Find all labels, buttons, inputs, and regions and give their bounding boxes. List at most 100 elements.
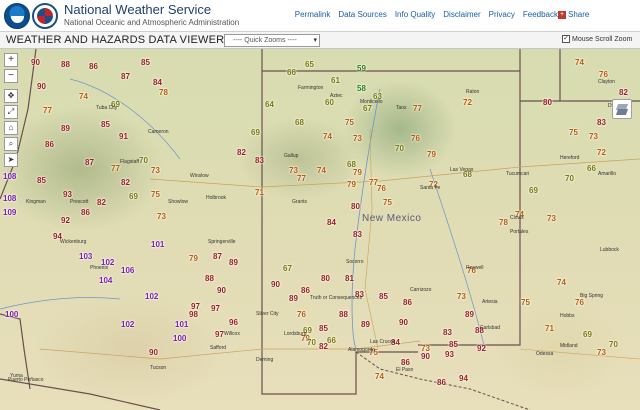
temperature-label[interactable]: 72 bbox=[462, 99, 473, 107]
temperature-label[interactable]: 80 bbox=[350, 203, 361, 211]
temperature-label[interactable]: 86 bbox=[88, 63, 99, 71]
full-extent-icon[interactable]: ⤢ bbox=[4, 105, 18, 119]
temperature-label[interactable]: 104 bbox=[98, 277, 113, 285]
temperature-label[interactable]: 75 bbox=[382, 199, 393, 207]
temperature-label[interactable]: 70 bbox=[306, 339, 317, 347]
zoom-out-icon[interactable]: − bbox=[4, 69, 18, 83]
temperature-label[interactable]: 101 bbox=[150, 241, 165, 249]
temperature-label[interactable]: 75 bbox=[150, 191, 161, 199]
temperature-label[interactable]: 73 bbox=[420, 345, 431, 353]
temperature-label[interactable]: 77 bbox=[368, 179, 379, 187]
temperature-label[interactable]: 83 bbox=[596, 119, 607, 127]
temperature-label[interactable]: 73 bbox=[352, 135, 363, 143]
temperature-label[interactable]: 74 bbox=[78, 93, 89, 101]
locate-icon[interactable]: ➤ bbox=[4, 153, 18, 167]
temperature-label[interactable]: 66 bbox=[586, 165, 597, 173]
temperature-label[interactable]: 86 bbox=[300, 287, 311, 295]
temperature-label[interactable]: 100 bbox=[4, 311, 19, 319]
temperature-label[interactable]: 87 bbox=[84, 159, 95, 167]
temperature-label[interactable]: 74 bbox=[322, 133, 333, 141]
temperature-label[interactable]: 70 bbox=[394, 145, 405, 153]
checkbox-checked-icon[interactable]: ✓ bbox=[562, 35, 570, 43]
temperature-label[interactable]: 59 bbox=[356, 65, 367, 73]
temperature-label[interactable]: 78 bbox=[498, 219, 509, 227]
nav-data-sources[interactable]: Data Sources bbox=[338, 10, 386, 19]
temperature-label[interactable]: 71 bbox=[544, 325, 555, 333]
temperature-label[interactable]: 80 bbox=[542, 99, 553, 107]
temperature-label[interactable]: 94 bbox=[458, 375, 469, 383]
temperature-label[interactable]: 71 bbox=[254, 189, 265, 197]
temperature-label[interactable]: 80 bbox=[320, 275, 331, 283]
temperature-label[interactable]: 60 bbox=[324, 99, 335, 107]
temperature-label[interactable]: 73 bbox=[546, 215, 557, 223]
temperature-label[interactable]: 93 bbox=[62, 191, 73, 199]
temperature-label[interactable]: 86 bbox=[400, 359, 411, 367]
temperature-label[interactable]: 77 bbox=[296, 175, 307, 183]
temperature-label[interactable]: 75 bbox=[344, 119, 355, 127]
temperature-label[interactable]: 82 bbox=[618, 89, 629, 97]
temperature-label[interactable]: 87 bbox=[120, 73, 131, 81]
temperature-label[interactable]: 83 bbox=[352, 231, 363, 239]
temperature-label[interactable]: 69 bbox=[128, 193, 139, 201]
map-canvas[interactable]: 90 88 86 90 87 85 84 77 74 78 69 85 91 86 89 70 73 87 82 85… bbox=[0, 49, 640, 410]
temperature-label[interactable]: 90 bbox=[148, 349, 159, 357]
temperature-label[interactable]: 82 bbox=[96, 199, 107, 207]
temperature-label[interactable]: 77 bbox=[42, 107, 53, 115]
zoom-in-icon[interactable]: + bbox=[4, 53, 18, 67]
temperature-label[interactable]: 91 bbox=[118, 133, 129, 141]
temperature-label[interactable]: 58 bbox=[356, 85, 367, 93]
temperature-label[interactable]: 65 bbox=[304, 61, 315, 69]
temperature-label[interactable]: 103 bbox=[78, 253, 93, 261]
temperature-label[interactable]: 81 bbox=[344, 275, 355, 283]
temperature-label[interactable]: 97 bbox=[190, 303, 201, 311]
temperature-label[interactable]: 77 bbox=[110, 165, 121, 173]
temperature-label[interactable]: 67 bbox=[362, 105, 373, 113]
temperature-label[interactable]: 75 bbox=[568, 129, 579, 137]
temperature-label[interactable]: 83 bbox=[442, 329, 453, 337]
temperature-label[interactable]: 90 bbox=[270, 281, 281, 289]
temperature-label[interactable]: 97 bbox=[210, 305, 221, 313]
temperature-label[interactable]: 85 bbox=[36, 177, 47, 185]
temperature-label[interactable]: 76 bbox=[574, 299, 585, 307]
temperature-label[interactable]: 70 bbox=[608, 341, 619, 349]
temperature-label[interactable]: 74 bbox=[556, 279, 567, 287]
temperature-label[interactable]: 69 bbox=[582, 331, 593, 339]
temperature-label[interactable]: 69 bbox=[250, 129, 261, 137]
pan-icon[interactable]: ✥ bbox=[4, 89, 18, 103]
temperature-label[interactable]: 64 bbox=[264, 101, 275, 109]
temperature-label[interactable]: 90 bbox=[398, 319, 409, 327]
temperature-label[interactable]: 75 bbox=[520, 299, 531, 307]
temperature-label[interactable]: 86 bbox=[44, 141, 55, 149]
temperature-label[interactable]: 86 bbox=[402, 299, 413, 307]
noaa-logo-icon[interactable] bbox=[4, 3, 30, 29]
temperature-label[interactable]: 89 bbox=[360, 321, 371, 329]
temperature-label[interactable]: 73 bbox=[150, 167, 161, 175]
mouse-scroll-zoom-toggle[interactable]: ✓ Mouse Scroll Zoom bbox=[562, 35, 632, 43]
temperature-label[interactable]: 85 bbox=[318, 325, 329, 333]
temperature-label[interactable]: 89 bbox=[228, 259, 239, 267]
org-title[interactable]: National Weather Service bbox=[64, 2, 211, 17]
temperature-label[interactable]: 61 bbox=[330, 77, 341, 85]
temperature-label[interactable]: 98 bbox=[188, 311, 199, 319]
nws-logo-icon[interactable] bbox=[32, 3, 58, 29]
temperature-label[interactable]: 88 bbox=[60, 61, 71, 69]
zoom-box-icon[interactable]: ⌕ bbox=[4, 137, 18, 151]
temperature-label[interactable]: 68 bbox=[294, 119, 305, 127]
temperature-label[interactable]: 76 bbox=[296, 311, 307, 319]
temperature-label[interactable]: 66 bbox=[286, 69, 297, 77]
temperature-label[interactable]: 76 bbox=[598, 71, 609, 79]
temperature-label[interactable]: 89 bbox=[288, 295, 299, 303]
temperature-label[interactable]: 90 bbox=[30, 59, 41, 67]
temperature-label[interactable]: 87 bbox=[212, 253, 223, 261]
temperature-label[interactable]: 108 bbox=[2, 173, 17, 181]
temperature-label[interactable]: 77 bbox=[412, 105, 423, 113]
temperature-label[interactable]: 96 bbox=[228, 319, 239, 327]
temperature-label[interactable]: 84 bbox=[326, 219, 337, 227]
layers-icon[interactable] bbox=[612, 99, 632, 119]
temperature-label[interactable]: 86 bbox=[80, 209, 91, 217]
temperature-label[interactable]: 73 bbox=[456, 293, 467, 301]
temperature-label[interactable]: 78 bbox=[158, 89, 169, 97]
share-button[interactable]: + Share bbox=[558, 10, 589, 19]
temperature-label[interactable]: 90 bbox=[36, 83, 47, 91]
temperature-label[interactable]: 79 bbox=[426, 151, 437, 159]
